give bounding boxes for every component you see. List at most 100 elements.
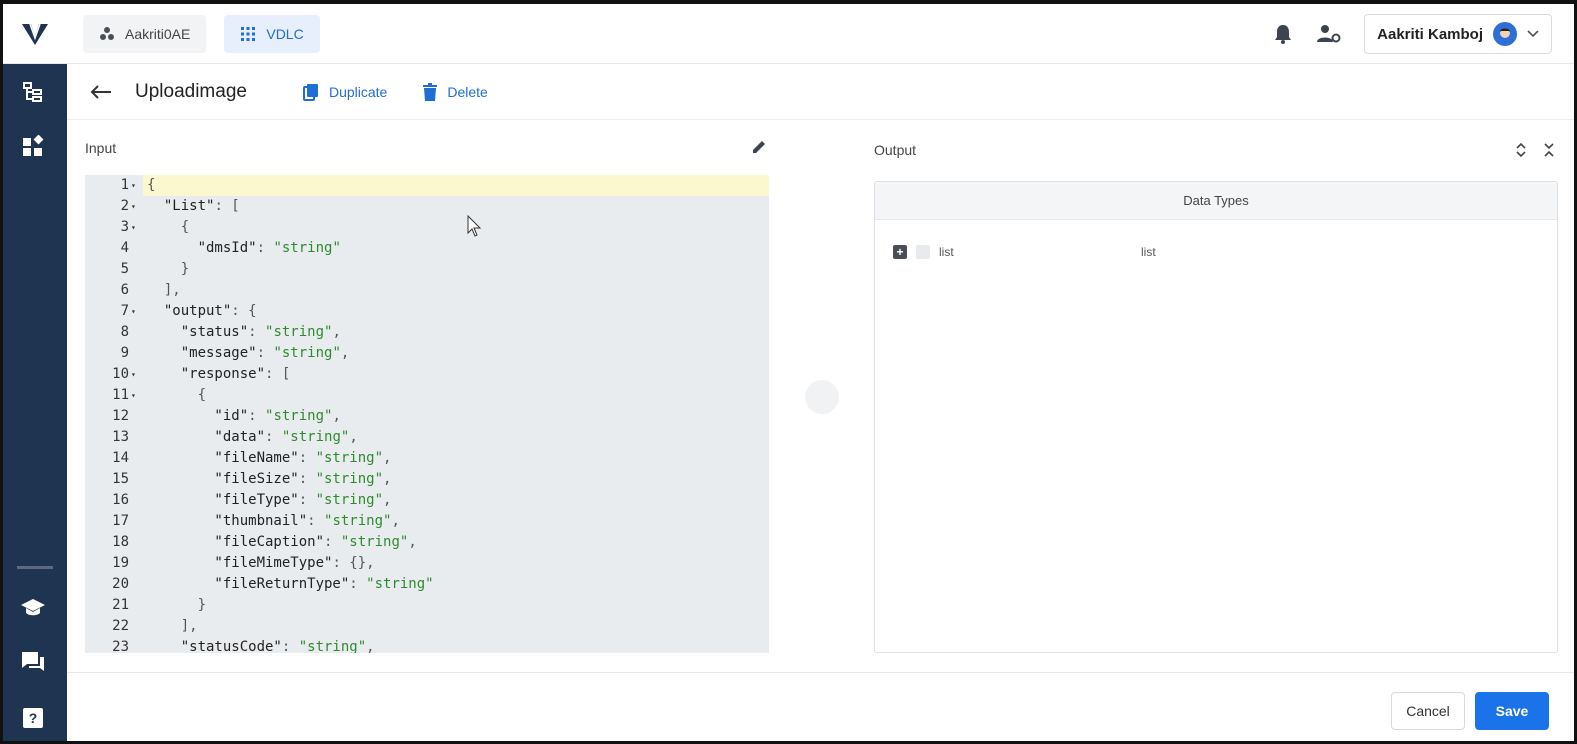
- delete-button[interactable]: Delete: [423, 82, 488, 101]
- line-number: 12: [112, 408, 129, 424]
- code-token: ,: [366, 639, 375, 653]
- code-token: ,: [340, 345, 350, 361]
- org-switcher[interactable]: Aakriti0AE: [83, 14, 207, 53]
- code-token: "thumbnail": [147, 513, 308, 529]
- sidebar-item-learn[interactable]: [17, 592, 49, 624]
- row-checkbox[interactable]: [916, 245, 930, 259]
- fold-toggle-icon[interactable]: ▾: [131, 196, 136, 217]
- data-types-header: Data Types: [875, 182, 1557, 220]
- line-number: 13: [112, 429, 129, 445]
- app-switcher[interactable]: VDLC: [224, 14, 320, 53]
- code-text: "statusCode": "string",: [147, 637, 375, 653]
- app-logo[interactable]: [3, 4, 67, 64]
- code-token: "fileReturnType": [147, 576, 350, 592]
- sidebar-item-structure[interactable]: [17, 76, 49, 108]
- panel-splitter-handle[interactable]: [805, 380, 839, 414]
- code-text: {: [147, 175, 155, 196]
- code-token: }: [147, 597, 207, 613]
- code-token: :: [265, 429, 282, 445]
- code-line: 4 "dmsId": "string": [85, 238, 769, 259]
- line-number: 16: [112, 492, 129, 508]
- code-line: 2 ▾ "List": [: [85, 196, 769, 217]
- org-name: Aakriti0AE: [125, 25, 191, 42]
- cancel-button[interactable]: Cancel: [1391, 692, 1465, 730]
- top-bar: Aakriti0AE VDLC Aakriti Kamboj: [3, 4, 1574, 64]
- sidebar-item-chat[interactable]: [17, 646, 49, 678]
- bell-icon[interactable]: [1272, 23, 1294, 45]
- fold-toggle-icon[interactable]: ▾: [131, 301, 136, 322]
- line-number: 17: [112, 513, 129, 529]
- active-line-highlight: [143, 175, 769, 196]
- copy-icon: [302, 83, 318, 101]
- code-line: 11 ▾ {: [85, 385, 769, 406]
- code-token: : [: [265, 366, 291, 382]
- sidebar-divider: [17, 566, 53, 569]
- code-token: "string": [265, 324, 333, 340]
- user-name: Aakriti Kamboj: [1377, 25, 1483, 43]
- code-text: }: [147, 259, 189, 280]
- back-button[interactable]: [89, 80, 113, 104]
- code-token: "string": [298, 639, 367, 653]
- edit-icon[interactable]: [751, 139, 767, 155]
- code-text: "fileType": "string",: [147, 490, 391, 511]
- code-line: 7 ▾ "output": {: [85, 301, 769, 322]
- code-line: 17 "thumbnail": "string",: [85, 511, 769, 532]
- line-number: 5: [120, 261, 129, 277]
- line-number: 3: [120, 219, 129, 235]
- code-line: 21 }: [85, 595, 769, 616]
- data-type-name: list: [939, 245, 954, 259]
- expand-icon[interactable]: [1515, 142, 1527, 158]
- code-token: "string": [324, 513, 392, 529]
- code-token: : {: [231, 303, 257, 319]
- line-number: 11: [112, 387, 129, 403]
- code-line: 13 "data": "string",: [85, 427, 769, 448]
- code-token: "string": [265, 408, 333, 424]
- code-token: "fileName": [147, 450, 299, 466]
- svg-text:?: ?: [29, 710, 38, 726]
- line-number: 1: [120, 177, 129, 193]
- line-number: 7: [120, 303, 129, 319]
- input-label: Input: [85, 140, 117, 156]
- code-line: 1 ▾ {: [85, 175, 769, 196]
- code-token: ,: [332, 324, 341, 340]
- code-token: ,: [349, 429, 358, 445]
- code-token: ],: [147, 618, 198, 634]
- line-number: 22: [112, 618, 129, 634]
- line-number: 18: [112, 534, 129, 550]
- avatar-face-icon: [1500, 28, 1510, 38]
- code-text: "fileSize": "string",: [147, 469, 391, 490]
- line-number: 23: [112, 639, 129, 653]
- code-line: 19 "fileMimeType": {},: [85, 553, 769, 574]
- code-text: "dmsId": "string": [147, 238, 341, 259]
- code-token: "message": [147, 345, 257, 361]
- code-line: 6 ],: [85, 280, 769, 301]
- collapse-icon[interactable]: [1543, 142, 1555, 158]
- user-settings-icon[interactable]: [1316, 23, 1342, 45]
- code-token: "status": [147, 324, 249, 340]
- json-editor[interactable]: 1 ▾{2 ▾ "List": [3 ▾ {4 "dmsId": "string" 5 …: [85, 175, 769, 653]
- fold-toggle-icon[interactable]: ▾: [131, 385, 136, 406]
- expand-plus-icon[interactable]: +: [893, 245, 907, 259]
- user-menu[interactable]: Aakriti Kamboj: [1364, 14, 1552, 54]
- duplicate-button[interactable]: Duplicate: [302, 83, 387, 101]
- page-header: Uploadimage Duplicate Delete: [67, 64, 1574, 120]
- data-type-row: + list list: [893, 242, 1547, 262]
- code-token: :: [307, 513, 325, 529]
- fold-toggle-icon[interactable]: ▾: [131, 175, 136, 196]
- code-token: :: [324, 534, 341, 550]
- code-text: "message": "string",: [147, 343, 350, 364]
- fold-toggle-icon[interactable]: ▾: [131, 364, 136, 385]
- code-token: "string": [315, 471, 384, 487]
- code-token: :: [256, 240, 274, 256]
- code-token: :: [298, 450, 316, 466]
- code-token: "fileCaption": [147, 534, 325, 550]
- fold-toggle-icon[interactable]: ▾: [131, 217, 136, 238]
- save-button[interactable]: Save: [1475, 692, 1549, 730]
- sidebar-item-widgets[interactable]: [17, 130, 49, 162]
- code-line: 20 "fileReturnType": "string": [85, 574, 769, 595]
- help-icon: ?: [23, 708, 43, 728]
- sidebar-item-help[interactable]: ?: [17, 702, 49, 734]
- sidebar: ?: [3, 64, 67, 741]
- code-token: "string": [315, 450, 384, 466]
- graduation-cap-icon: [21, 599, 45, 616]
